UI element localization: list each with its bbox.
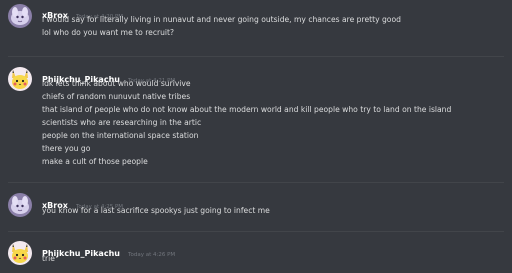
- lavender-creature-avatar[interactable]: [8, 4, 32, 28]
- message-divider: [8, 56, 504, 57]
- message-line: chiefs of random nunuvut native tribes: [42, 92, 191, 101]
- message-line: make a cult of those people: [42, 157, 148, 166]
- message-content: you know for a last sacrifice spookys ju…: [42, 204, 508, 217]
- message-line: idk lets think about who would surivive: [42, 79, 191, 88]
- pikachu-avatar[interactable]: [8, 67, 32, 91]
- message-divider: [8, 231, 504, 232]
- message-content: i would say for literally living in nuna…: [42, 13, 508, 39]
- message-line: lol who do you want me to recruit?: [42, 28, 175, 37]
- message-line: i would say for literally living in nuna…: [42, 15, 401, 24]
- chat-message-list: xBrox Today at 4:20 PM i would say for l…: [0, 0, 512, 273]
- message-divider: [8, 182, 504, 183]
- pikachu-avatar[interactable]: [8, 241, 32, 265]
- message-content: idk lets think about who would surivive …: [42, 77, 508, 168]
- message-content: trie: [42, 252, 508, 265]
- message-line: trie: [42, 254, 55, 263]
- message-line: scientists who are researching in the ar…: [42, 118, 202, 127]
- message-line: that island of people who do not know ab…: [42, 105, 452, 114]
- message-line: there you go: [42, 144, 91, 153]
- lavender-creature-avatar[interactable]: [8, 193, 32, 217]
- message-line: people on the international space statio…: [42, 131, 199, 140]
- message-line: you know for a last sacrifice spookys ju…: [42, 206, 270, 215]
